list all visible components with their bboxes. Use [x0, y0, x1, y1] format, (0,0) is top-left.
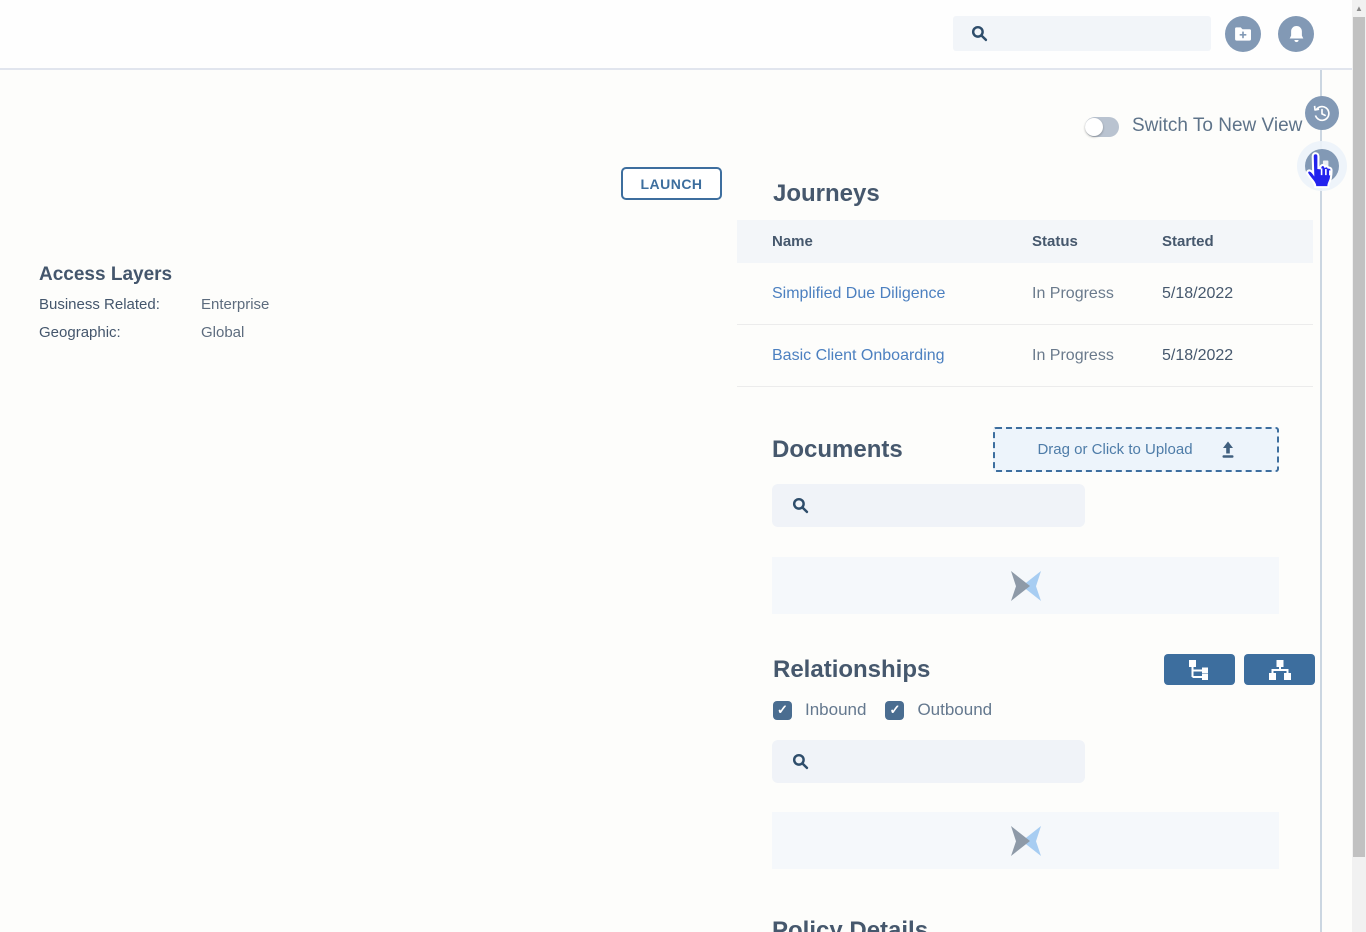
journeys-table: Name Status Started Simplified Due Dilig… — [737, 220, 1313, 387]
sitemap-icon — [1269, 660, 1291, 680]
access-layer-label: Geographic: — [39, 324, 201, 341]
journey-row: Basic Client Onboarding In Progress 5/18… — [737, 325, 1313, 387]
access-layer-value: Global — [201, 324, 244, 341]
inbound-checkbox[interactable] — [773, 701, 792, 720]
switch-view-label: Switch To New View — [1132, 115, 1302, 137]
relationship-filters: Inbound Outbound — [773, 700, 992, 720]
search-icon — [792, 753, 809, 770]
vertical-scrollbar[interactable]: ▲ — [1352, 0, 1366, 932]
top-bar — [0, 0, 1366, 70]
access-layer-label: Business Related: — [39, 296, 201, 313]
column-header-status: Status — [1032, 233, 1162, 250]
search-icon — [792, 497, 809, 514]
journey-status: In Progress — [1032, 347, 1162, 365]
tree-view-button[interactable] — [1164, 654, 1235, 685]
access-layer-row: Geographic: Global — [39, 324, 269, 341]
scrollbar-up-arrow[interactable]: ▲ — [1352, 1, 1366, 16]
circle-icon — [1311, 155, 1333, 177]
journeys-title: Journeys — [773, 180, 880, 208]
upload-label: Drag or Click to Upload — [1035, 442, 1195, 458]
journey-started: 5/18/2022 — [1162, 347, 1313, 365]
journey-status: In Progress — [1032, 285, 1162, 303]
global-search[interactable] — [953, 16, 1211, 51]
notifications-button[interactable] — [1278, 16, 1314, 52]
documents-search[interactable] — [772, 484, 1085, 527]
journey-started: 5/18/2022 — [1162, 285, 1313, 303]
inbound-label: Inbound — [805, 700, 866, 720]
toggle-knob — [1085, 118, 1103, 136]
access-layers-title: Access Layers — [39, 264, 269, 286]
outbound-checkbox[interactable] — [885, 701, 904, 720]
access-layers-section: Access Layers Business Related: Enterpri… — [39, 264, 269, 352]
switch-view-toggle[interactable] — [1085, 117, 1119, 137]
right-rail-divider — [1320, 70, 1322, 932]
relationships-search-input[interactable] — [821, 753, 1085, 770]
search-icon — [971, 25, 988, 42]
relationships-search[interactable] — [772, 740, 1085, 783]
upload-dropzone-button[interactable]: Drag or Click to Upload — [993, 427, 1279, 472]
bell-icon — [1287, 24, 1306, 45]
hierarchy-view-button[interactable] — [1244, 654, 1315, 685]
documents-search-input[interactable] — [821, 497, 1085, 514]
relationships-title: Relationships — [773, 656, 930, 684]
column-header-name: Name — [737, 233, 1032, 250]
journey-row: Simplified Due Diligence In Progress 5/1… — [737, 263, 1313, 325]
history-button[interactable] — [1305, 96, 1339, 130]
x-logo-icon — [1008, 826, 1044, 856]
journeys-table-header: Name Status Started — [737, 220, 1313, 263]
policy-details-title: Policy Details — [772, 917, 928, 932]
global-search-input[interactable] — [999, 25, 1211, 42]
upload-icon — [1219, 440, 1237, 459]
tree-icon — [1189, 660, 1211, 680]
history-icon — [1311, 102, 1333, 124]
x-logo-icon — [1008, 571, 1044, 601]
add-folder-button[interactable] — [1225, 16, 1261, 52]
access-layer-row: Business Related: Enterprise — [39, 296, 269, 313]
launch-button[interactable]: LAUNCH — [621, 167, 722, 200]
folder-plus-icon — [1233, 24, 1253, 44]
access-layer-value: Enterprise — [201, 296, 269, 313]
rail-action-button[interactable] — [1305, 149, 1339, 183]
documents-title: Documents — [772, 436, 903, 464]
documents-empty-state — [772, 557, 1279, 614]
journey-name-link[interactable]: Simplified Due Diligence — [772, 285, 945, 302]
filter-outbound: Outbound — [885, 700, 992, 720]
relationships-empty-state — [772, 812, 1279, 869]
column-header-started: Started — [1162, 233, 1313, 250]
scrollbar-thumb[interactable] — [1353, 17, 1365, 857]
journey-name-link[interactable]: Basic Client Onboarding — [772, 347, 945, 364]
outbound-label: Outbound — [917, 700, 992, 720]
filter-inbound: Inbound — [773, 700, 866, 720]
